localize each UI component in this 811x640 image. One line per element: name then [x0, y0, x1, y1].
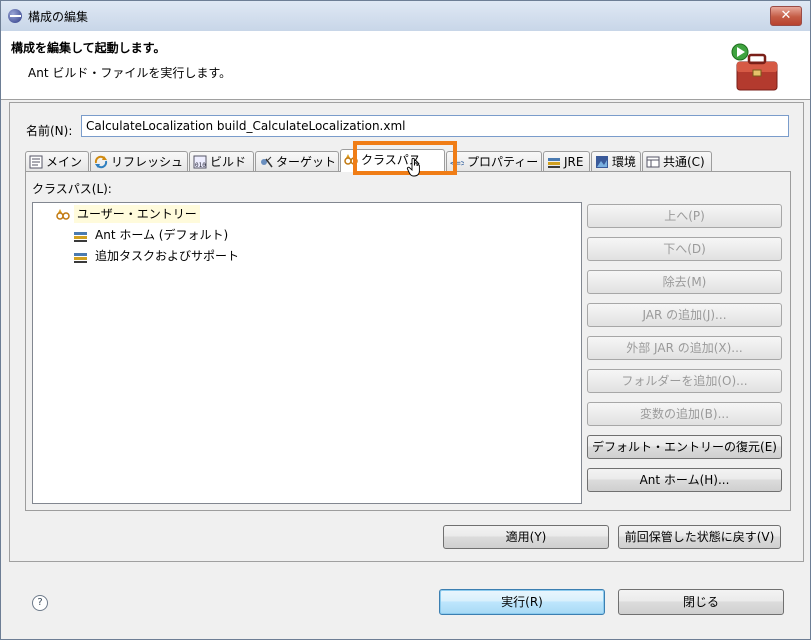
tab-label: リフレッシュ — [111, 155, 184, 169]
tree-item-user-entries[interactable]: ユーザー・エントリー — [55, 205, 200, 223]
tab-label: ビルド — [210, 155, 247, 169]
header-description: Ant ビルド・ファイルを実行します。 — [28, 66, 232, 80]
apply-button[interactable]: 適用(Y) — [443, 525, 609, 549]
classpath-label: クラスパス(L): — [32, 182, 112, 196]
build-icon: 010 — [193, 155, 207, 169]
tree-item-label: 追加タスクおよびサポート — [95, 249, 240, 263]
ant-toolbox-icon — [731, 43, 778, 91]
mouse-cursor-icon — [406, 157, 420, 177]
tab-label: ターゲット — [276, 155, 337, 169]
run-button[interactable]: 実行(R) — [439, 589, 605, 615]
svg-text:010: 010 — [195, 162, 206, 169]
tab-target[interactable]: ターゲット — [255, 151, 339, 171]
add-folder-button[interactable]: フォルダーを追加(O)... — [587, 369, 782, 393]
tab-common[interactable]: 共通(C) — [642, 151, 712, 171]
tab-label: 環境 — [612, 155, 637, 169]
target-icon — [261, 156, 273, 168]
tab-main[interactable]: メイン — [25, 151, 89, 171]
tab-label: 共通(C) — [663, 155, 705, 169]
tab-jre[interactable]: JRE — [543, 151, 590, 171]
restore-default-entries-button[interactable]: デフォルト・エントリーの復元(E) — [587, 435, 782, 459]
dialog-header: 構成を編集して起動します。 Ant ビルド・ファイルを実行します。 — [1, 31, 810, 100]
tab-bar: メイン リフレッシュ 010 ビルド ターゲット クラスパス <=> プロパティ… — [25, 141, 725, 175]
tab-label: JRE — [564, 155, 584, 169]
name-label: 名前(N): — [26, 124, 73, 138]
tab-label: メイン — [46, 155, 83, 169]
classpath-icon — [56, 208, 70, 220]
title-bar[interactable]: 構成の編集 ✕ — [1, 1, 810, 31]
edit-configuration-dialog: 構成の編集 ✕ 構成を編集して起動します。 Ant ビルド・ファイルを実行します… — [0, 0, 811, 640]
library-icon — [74, 252, 87, 263]
window-title: 構成の編集 — [28, 10, 89, 24]
library-icon — [74, 231, 87, 242]
environment-icon — [596, 156, 608, 168]
classpath-tab-content: クラスパス(L): ユーザー・エントリー Ant ホーム (デフォルト) 追加タ… — [25, 171, 791, 511]
classpath-tree[interactable]: ユーザー・エントリー Ant ホーム (デフォルト) 追加タスクおよびサポート — [32, 202, 582, 504]
refresh-icon — [94, 155, 108, 169]
add-external-jar-button[interactable]: 外部 JAR の追加(X)... — [587, 336, 782, 360]
main-tab-icon — [29, 155, 43, 169]
up-button[interactable]: 上へ(P) — [587, 204, 782, 228]
close-button[interactable]: 閉じる — [618, 589, 784, 615]
header-title: 構成を編集して起動します。 — [11, 41, 166, 55]
common-icon — [646, 156, 660, 168]
ant-home-button[interactable]: Ant ホーム(H)... — [587, 468, 782, 492]
tab-build[interactable]: 010 ビルド — [189, 151, 254, 171]
revert-button[interactable]: 前回保管した状態に戻す(V) — [618, 525, 781, 549]
tab-refresh[interactable]: リフレッシュ — [90, 151, 188, 171]
name-input[interactable] — [81, 115, 789, 137]
tab-properties[interactable]: <=> プロパティー — [446, 151, 542, 171]
add-variable-button[interactable]: 変数の追加(B)... — [587, 402, 782, 426]
eclipse-icon — [8, 9, 22, 23]
remove-button[interactable]: 除去(M) — [587, 270, 782, 294]
tree-item-label: Ant ホーム (デフォルト) — [95, 228, 229, 242]
tab-environment[interactable]: 環境 — [591, 151, 641, 171]
tree-item-additional-tasks[interactable]: 追加タスクおよびサポート — [73, 247, 242, 265]
tab-label: プロパティー — [467, 155, 539, 169]
jre-icon — [548, 158, 560, 168]
help-icon[interactable]: ? — [32, 595, 48, 611]
close-window-button[interactable]: ✕ — [770, 6, 802, 26]
tree-item-ant-home[interactable]: Ant ホーム (デフォルト) — [73, 226, 231, 244]
down-button[interactable]: 下へ(D) — [587, 237, 782, 261]
add-jar-button[interactable]: JAR の追加(J)... — [587, 303, 782, 327]
tab-highlight-box — [353, 141, 457, 175]
tree-item-label: ユーザー・エントリー — [74, 205, 200, 223]
